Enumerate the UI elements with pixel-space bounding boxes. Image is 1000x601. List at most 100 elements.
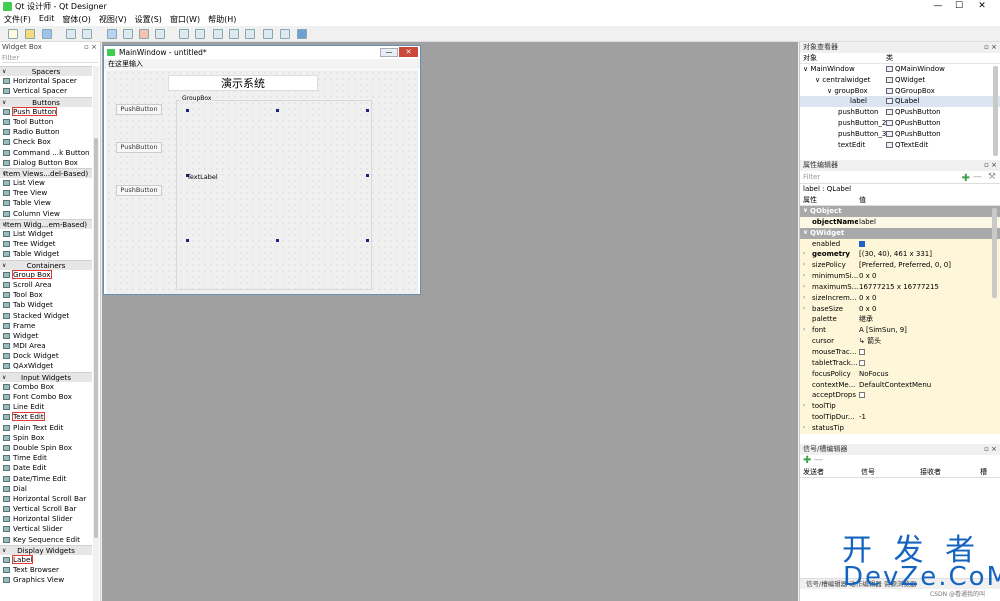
push-button-2[interactable]: PushButton xyxy=(116,142,162,153)
property-value[interactable]: -1 xyxy=(859,412,866,423)
column-receiver[interactable]: 接收者 xyxy=(920,467,941,478)
form-minimize-button[interactable]: — xyxy=(380,48,398,57)
scroll-thumb[interactable] xyxy=(94,138,98,538)
property-row[interactable]: › maximumS... 16777215 x 16777215 xyxy=(800,281,1000,293)
widget-item[interactable]: Tab Widget xyxy=(0,300,92,310)
selection-handle[interactable] xyxy=(186,239,189,242)
column-object[interactable]: 对象 xyxy=(803,53,817,64)
chevron-right-icon[interactable]: › xyxy=(803,271,805,282)
column-property[interactable]: 属性 xyxy=(803,195,817,206)
push-button-1[interactable]: PushButton xyxy=(116,104,162,115)
property-value[interactable]: NoFocus xyxy=(859,368,889,380)
paste-icon[interactable] xyxy=(82,29,92,39)
widget-item[interactable]: Date Edit xyxy=(0,463,92,473)
property-row[interactable]: › minimumSi... 0 x 0 xyxy=(800,271,1000,282)
widget-item[interactable]: Font Combo Box xyxy=(0,392,92,402)
property-checkbox[interactable] xyxy=(859,392,865,399)
property-value[interactable]: 16777215 x 16777215 xyxy=(859,281,939,293)
chevron-right-icon[interactable]: › xyxy=(803,282,805,293)
widget-category[interactable]: ∨ Item Widg...em-Based) xyxy=(0,218,92,229)
property-value[interactable]: ↳ 箭头 xyxy=(859,336,882,347)
menu-help[interactable]: 帮助(H) xyxy=(204,13,240,25)
chevron-down-icon[interactable]: ∨ xyxy=(803,206,808,217)
widget-item[interactable]: Text Browser xyxy=(0,565,92,575)
widget-item[interactable]: Line Edit xyxy=(0,402,92,412)
property-checkbox[interactable] xyxy=(859,348,865,355)
widget-category[interactable]: ∨ Spacers xyxy=(0,66,92,77)
widget-category[interactable]: ∨ Item Views...del-Based) xyxy=(0,167,92,179)
widget-item[interactable]: Table View xyxy=(0,198,92,208)
property-row[interactable]: › geometry [(30, 40), 461 x 331] xyxy=(800,249,1000,261)
property-row[interactable]: › baseSize 0 x 0 xyxy=(800,303,1000,315)
property-row[interactable]: contextMe... DefaultContextMenu xyxy=(800,379,1000,391)
selection-handle[interactable] xyxy=(366,239,369,242)
property-value[interactable]: 0 x 0 xyxy=(859,271,877,282)
widget-item[interactable]: Key Sequence Edit xyxy=(0,535,92,545)
chevron-right-icon[interactable]: › xyxy=(803,304,805,315)
widget-item[interactable]: Group Box xyxy=(0,269,92,280)
layout-splitter-v-icon[interactable] xyxy=(229,29,239,39)
property-row[interactable]: acceptDrops xyxy=(800,390,1000,402)
chevron-right-icon[interactable]: › xyxy=(803,260,805,271)
property-row[interactable]: › statusTip xyxy=(800,422,1000,434)
object-tree-row[interactable]: ∨ groupBox QGroupBox xyxy=(800,86,1000,97)
property-value[interactable]: [Preferred, Preferred, 0, 0] xyxy=(859,260,951,272)
property-row[interactable]: palette 继承 xyxy=(800,314,1000,326)
edit-tab-order-icon[interactable] xyxy=(155,29,165,39)
property-editor-scrollbar[interactable] xyxy=(992,208,997,298)
widget-category[interactable]: ∨ Display Widgets xyxy=(0,544,92,555)
selection-handle[interactable] xyxy=(276,109,279,112)
menu-file[interactable]: 文件(F) xyxy=(0,13,35,25)
column-class[interactable]: 类 xyxy=(886,53,893,64)
dock-controls-icon[interactable]: ▫ × xyxy=(984,160,997,171)
property-value[interactable]: A [SimSun, 9] xyxy=(859,325,907,337)
widget-category[interactable]: ∨ Buttons xyxy=(0,96,92,107)
widget-box-filter-input[interactable]: Filter xyxy=(2,53,98,63)
widget-item[interactable]: Time Edit xyxy=(0,453,92,463)
widget-item[interactable]: Graphics View xyxy=(0,575,92,585)
copy-icon[interactable] xyxy=(66,29,76,39)
new-file-icon[interactable] xyxy=(8,29,18,39)
open-folder-icon[interactable] xyxy=(25,29,35,39)
object-tree-row[interactable]: pushButton_2 QPushButton xyxy=(800,118,1000,129)
menu-settings[interactable]: 设置(S) xyxy=(131,13,166,25)
layout-splitter-h-icon[interactable] xyxy=(213,29,223,39)
widget-item[interactable]: Horizontal Slider xyxy=(0,514,92,524)
designer-form-window[interactable]: MainWindow - untitled* — ✕ 在这里输入 演示系统 Pu… xyxy=(103,45,421,295)
menu-form[interactable]: 窗体(O) xyxy=(58,13,95,25)
widget-item[interactable]: Check Box xyxy=(0,137,92,147)
property-row[interactable]: mouseTrac... xyxy=(800,346,1000,358)
dock-controls-icon[interactable]: ▫ × xyxy=(84,42,97,53)
property-row[interactable]: enabled xyxy=(800,238,1000,250)
object-tree-row[interactable]: label QLabel xyxy=(800,96,1000,108)
widget-category[interactable]: ∨ Input Widgets xyxy=(0,371,92,382)
property-value[interactable]: [(30, 40), 461 x 331] xyxy=(859,249,932,261)
close-button[interactable]: ✕ xyxy=(962,0,1000,13)
widget-item[interactable]: Tree View xyxy=(0,188,92,198)
property-row[interactable]: › font A [SimSun, 9] xyxy=(800,325,1000,337)
remove-property-icon[interactable]: — xyxy=(973,171,982,184)
widget-item[interactable]: Vertical Spacer xyxy=(0,86,92,96)
property-value[interactable] xyxy=(859,238,865,250)
form-central-widget[interactable]: 演示系统 PushButton PushButton PushButton Gr… xyxy=(106,70,418,294)
object-tree-row[interactable]: ∨ centralwidget QWidget xyxy=(800,75,1000,86)
layout-form-icon[interactable] xyxy=(263,29,273,39)
widget-item[interactable]: Push Button xyxy=(0,106,92,117)
property-row[interactable]: › sizePolicy [Preferred, Preferred, 0, 0] xyxy=(800,260,1000,272)
widget-item[interactable]: Combo Box xyxy=(0,382,92,392)
property-row[interactable]: › toolTip xyxy=(800,401,1000,413)
property-row[interactable]: › sizeIncrem... 0 x 0 xyxy=(800,292,1000,304)
property-value[interactable] xyxy=(859,346,865,358)
chevron-right-icon[interactable]: › xyxy=(803,401,805,412)
edit-widgets-icon[interactable] xyxy=(107,29,117,39)
chevron-right-icon[interactable]: › xyxy=(803,249,805,260)
widget-item[interactable]: Text Edit xyxy=(0,412,92,422)
widget-item[interactable]: Dial xyxy=(0,484,92,494)
widget-item[interactable]: Spin Box xyxy=(0,433,92,443)
selection-handle[interactable] xyxy=(366,174,369,177)
layout-vertical-icon[interactable] xyxy=(195,29,205,39)
dock-controls-icon[interactable]: ▫ × xyxy=(984,42,997,53)
widget-item[interactable]: Tree Widget xyxy=(0,239,92,249)
selection-handle[interactable] xyxy=(366,109,369,112)
property-value[interactable]: DefaultContextMenu xyxy=(859,379,932,391)
